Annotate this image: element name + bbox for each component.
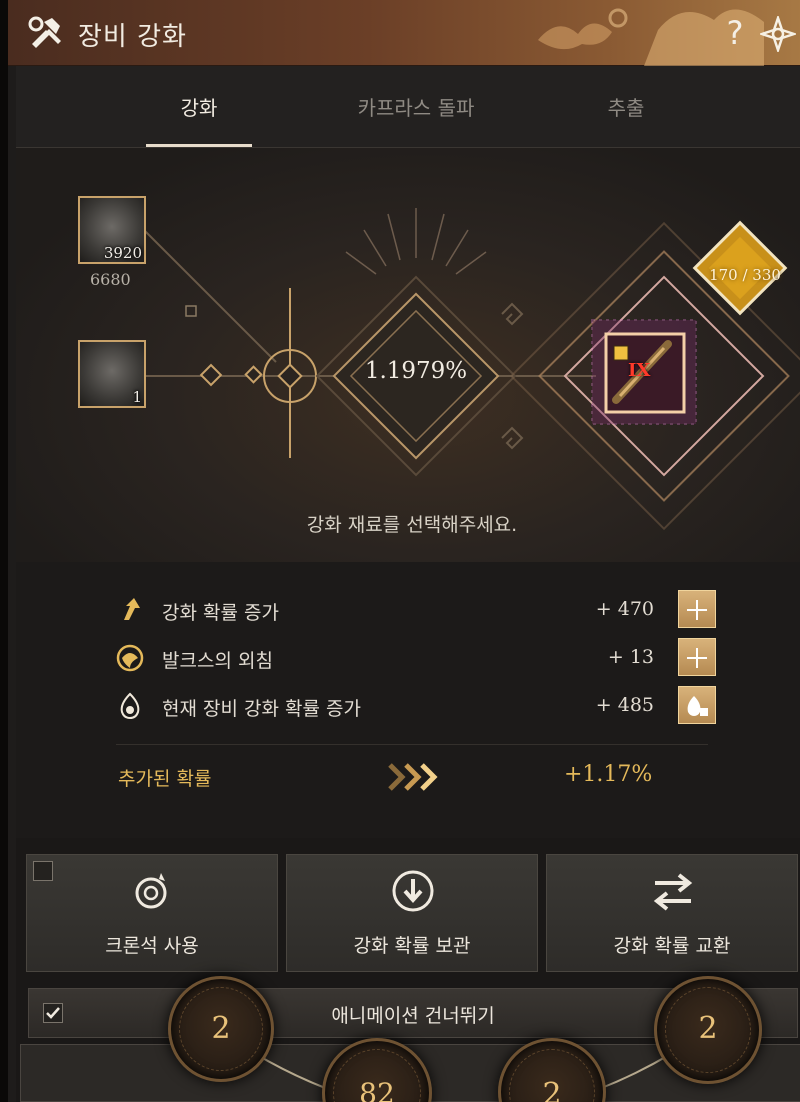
orb-counter-1[interactable]: 2	[168, 976, 274, 1082]
orb-counter-4[interactable]: 2	[654, 976, 762, 1084]
swap-arrows-icon	[653, 873, 693, 911]
added-rate-label: 추가된 확률	[118, 768, 212, 790]
experience-value: 170 / 330	[709, 266, 781, 284]
bonus-label: 현재 장비 강화 확률 증가	[162, 698, 361, 720]
bonus-list: 강화 확률 증가 + 470 발크스의 외침 + 13 현재 장비 강화 확률 …	[16, 562, 800, 838]
chevron-right-icon	[388, 763, 438, 791]
download-circle-icon	[392, 870, 434, 912]
orb-value: 2	[698, 1011, 718, 1046]
tab-enhance[interactable]: 강화	[146, 92, 252, 121]
tab-bar: 강화 카프라스 돌파 추출	[16, 66, 800, 148]
divider	[116, 744, 708, 745]
use-cron-stone-button[interactable]: 크론석 사용	[26, 854, 278, 972]
exchange-enhance-rate-label: 강화 확률 교환	[613, 935, 731, 957]
enhancement-window: 장비 강화 ? 강화 카프라스 돌파 추출 3920 6680 1 1.1979…	[0, 0, 800, 1102]
bonus-value: + 13	[607, 646, 654, 668]
bonus-row-enhance-rate: 강화 확률 증가 + 470	[116, 590, 716, 630]
material-sub-count: 6680	[90, 270, 131, 289]
material-slot-primary[interactable]: 3920	[78, 196, 146, 264]
orb-value: 2	[542, 1077, 562, 1102]
orb-value: 2	[211, 1011, 231, 1046]
bonus-value: + 485	[595, 694, 654, 716]
added-rate-value: +1.17%	[564, 762, 653, 787]
ornament-menu-icon[interactable]	[760, 16, 796, 52]
add-enhance-rate-button[interactable]	[678, 590, 716, 628]
flame-icon	[687, 696, 708, 716]
arrow-up-icon	[124, 598, 140, 620]
material-slot-secondary[interactable]: 1	[78, 340, 146, 408]
gear-level-badge: IX	[628, 360, 651, 381]
material-count-secondary: 1	[132, 388, 142, 406]
enhance-rate: 1.1979%	[364, 358, 468, 384]
bonus-label: 강화 확률 증가	[162, 602, 279, 624]
material-count-primary: 3920	[103, 244, 142, 262]
title-bar[interactable]: 장비 강화 ?	[8, 0, 800, 66]
select-material-prompt: 강화 재료를 선택해주세요.	[306, 514, 518, 536]
hammer-wrench-icon	[28, 16, 61, 48]
help-button[interactable]: ?	[720, 14, 750, 52]
valks-icon	[116, 644, 144, 672]
use-cron-stone-label: 크론석 사용	[105, 935, 199, 957]
tab-active-indicator	[146, 144, 252, 147]
bonus-row-current-gear: 현재 장비 강화 확률 증가 + 485	[116, 686, 716, 726]
bonus-value: + 470	[595, 598, 654, 620]
window-title: 장비 강화	[78, 22, 187, 52]
cron-stone-icon	[135, 873, 167, 909]
tab-extract[interactable]: 추출	[576, 92, 676, 121]
bonus-label: 발크스의 외침	[162, 650, 273, 672]
cron-stone-checkbox[interactable]	[33, 861, 53, 881]
flame-icon	[120, 692, 140, 720]
add-valks-button[interactable]	[678, 638, 716, 676]
bonus-row-valks: 발크스의 외침 + 13	[116, 638, 716, 678]
enhancement-panel: 3920 6680 1 1.1979% 170 / 330 IX 강화 재료를 …	[16, 148, 800, 562]
current-gear-flame-button[interactable]	[678, 686, 716, 724]
store-enhance-rate-label: 강화 확률 보관	[353, 935, 471, 957]
tab-caphras-breakthrough[interactable]: 카프라스 돌파	[316, 92, 516, 121]
exchange-enhance-rate-button[interactable]: 강화 확률 교환	[546, 854, 798, 972]
orb-value: 82	[359, 1077, 395, 1102]
store-enhance-rate-button[interactable]: 강화 확률 보관	[286, 854, 538, 972]
